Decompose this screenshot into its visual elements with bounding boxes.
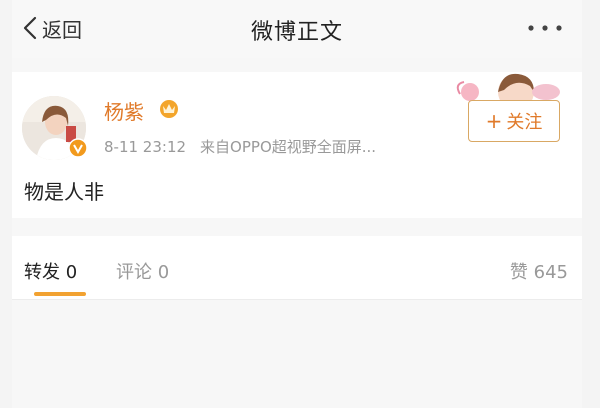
tab-comment[interactable]: 评论 0 bbox=[116, 258, 169, 284]
like-count: 645 bbox=[533, 262, 568, 283]
active-tab-indicator bbox=[34, 292, 86, 296]
post-source[interactable]: 来自OPPO超视野全面屏... bbox=[200, 138, 376, 156]
username[interactable]: 杨紫 bbox=[104, 96, 144, 125]
post-timestamp: 8-11 23:12 bbox=[104, 138, 187, 156]
tab-repost[interactable]: 转发 0 bbox=[24, 258, 77, 284]
nav-bar: 返回 微博正文 bbox=[12, 0, 582, 58]
follow-label: 关注 bbox=[506, 112, 543, 133]
verified-badge-icon bbox=[68, 138, 88, 158]
reposts-list-empty bbox=[12, 300, 582, 408]
tab-like[interactable]: 赞 645 bbox=[510, 258, 568, 284]
follow-plus: + bbox=[485, 109, 503, 133]
more-dots-icon[interactable] bbox=[526, 22, 564, 34]
like-label: 赞 bbox=[509, 262, 528, 283]
interaction-tabs: 转发 0 评论 0 赞 645 bbox=[12, 236, 582, 300]
follow-button[interactable]: + 关注 bbox=[468, 100, 560, 142]
comment-label: 评论 bbox=[116, 262, 152, 283]
repost-count: 0 bbox=[65, 262, 78, 283]
weibo-screen: 返回 微博正文 杨紫 8-11 23:12 来自OPPO超视野全面屏... + … bbox=[12, 0, 582, 408]
comment-count: 0 bbox=[157, 262, 170, 283]
repost-label: 转发 bbox=[24, 262, 60, 283]
post-text: 物是人非 bbox=[24, 180, 104, 204]
post-meta: 8-11 23:12 来自OPPO超视野全面屏... bbox=[104, 136, 376, 157]
vip-crown-icon[interactable] bbox=[158, 98, 180, 118]
page-title: 微博正文 bbox=[250, 20, 343, 45]
post-card: 杨紫 8-11 23:12 来自OPPO超视野全面屏... + 关注 物是人非 bbox=[12, 72, 582, 218]
